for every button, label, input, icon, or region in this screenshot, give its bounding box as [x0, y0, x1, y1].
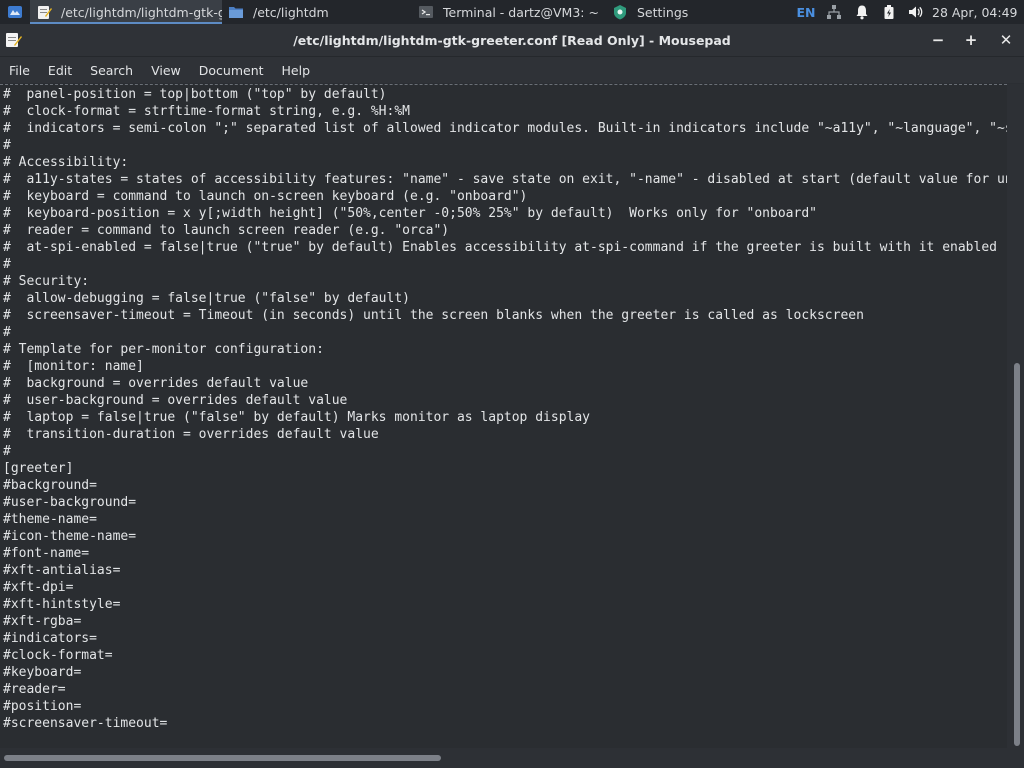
menu-help[interactable]: Help — [273, 57, 320, 83]
window-title: /etc/lightdm/lightdm-gtk-greeter.conf [R… — [293, 32, 731, 48]
editor-line: # at-spi-enabled = false|true ("true" by… — [3, 240, 997, 255]
editor-line: #keyboard= — [3, 665, 82, 680]
notification-bell-icon[interactable] — [848, 0, 876, 24]
menu-search[interactable]: Search — [81, 57, 142, 83]
top-panel: /etc/lightdm/lightdm-gtk-gr... /etc/ligh… — [0, 0, 1024, 24]
editor-line: # reader = command to launch screen read… — [3, 223, 450, 238]
text-editor-icon — [36, 4, 52, 20]
editor-line: # — [3, 138, 11, 153]
horizontal-scrollbar-thumb[interactable] — [4, 755, 441, 761]
taskbar-item-label: /etc/lightdm — [253, 4, 329, 20]
terminal-icon — [418, 4, 434, 20]
vertical-scrollbar-thumb[interactable] — [1014, 363, 1020, 746]
window-titlebar[interactable]: /etc/lightdm/lightdm-gtk-greeter.conf [R… — [0, 24, 1024, 57]
applications-menu-button[interactable] — [0, 0, 30, 24]
text-editor-area[interactable]: # panel-position = top|bottom ("top" by … — [0, 84, 1007, 749]
menu-bar: File Edit Search View Document Help — [0, 57, 1024, 83]
applications-menu-icon — [8, 6, 22, 18]
taskbar-item-mousepad[interactable]: /etc/lightdm/lightdm-gtk-gr... — [30, 0, 222, 24]
editor-line: #screensaver-timeout= — [3, 716, 168, 731]
editor-line: # keyboard = command to launch on-screen… — [3, 189, 528, 204]
editor-line: # clock-format = strftime-format string,… — [3, 104, 410, 119]
editor-line: #icon-theme-name= — [3, 529, 137, 544]
maximize-button[interactable]: + — [957, 24, 985, 56]
editor-line: #background= — [3, 478, 97, 493]
editor-line: #theme-name= — [3, 512, 97, 527]
clock[interactable]: 28 Apr, 04:49 — [928, 0, 1024, 24]
editor-line: # keyboard-position = x y[;width height]… — [3, 206, 817, 221]
editor-line: #xft-hintstyle= — [3, 597, 121, 612]
menu-view[interactable]: View — [142, 57, 190, 83]
editor-line: # background = overrides default value — [3, 376, 309, 391]
editor-lines: # panel-position = top|bottom ("top" by … — [3, 86, 1007, 732]
editor-line: #font-name= — [3, 546, 90, 561]
editor-line: # — [3, 325, 11, 340]
editor-line: # — [3, 444, 11, 459]
editor-line: #clock-format= — [3, 648, 113, 663]
editor-line: # indicators = semi-colon ";" separated … — [3, 121, 1007, 136]
editor-line: #xft-rgba= — [3, 614, 82, 629]
horizontal-scrollbar[interactable] — [0, 748, 1024, 768]
taskbar-item-terminal[interactable]: Terminal - dartz@VM3: ~ — [412, 0, 606, 24]
editor-line: # allow-debugging = false|true ("false" … — [3, 291, 410, 306]
editor-line: # a11y-states = states of accessibility … — [3, 172, 1007, 187]
editor-line: # laptop = false|true ("false" by defaul… — [3, 410, 590, 425]
editor-line: #indicators= — [3, 631, 97, 646]
editor-line: [greeter] — [3, 461, 74, 476]
editor-line: # transition-duration = overrides defaul… — [3, 427, 379, 442]
volume-icon[interactable] — [902, 0, 928, 24]
battery-icon[interactable] — [876, 0, 902, 24]
menu-file[interactable]: File — [0, 57, 39, 83]
editor-line: # Template for per-monitor configuration… — [3, 342, 324, 357]
editor-line: #user-background= — [3, 495, 137, 510]
mousepad-icon[interactable] — [4, 31, 22, 53]
editor-line: # user-background = overrides default va… — [3, 393, 348, 408]
menu-edit[interactable]: Edit — [39, 57, 81, 83]
editor-line: # [monitor: name] — [3, 359, 144, 374]
vertical-scrollbar[interactable] — [1007, 84, 1024, 748]
keyboard-layout-indicator[interactable]: EN — [792, 0, 820, 24]
menu-document[interactable]: Document — [190, 57, 273, 83]
settings-icon — [612, 4, 628, 20]
close-button[interactable]: ✕ — [992, 24, 1020, 56]
taskbar-item-label: Terminal - dartz@VM3: ~ — [443, 4, 599, 20]
taskbar-item-file-manager[interactable]: /etc/lightdm — [222, 0, 412, 24]
editor-line: # panel-position = top|bottom ("top" by … — [3, 87, 387, 102]
system-tray: EN 28 Apr, 04:49 — [792, 0, 1024, 24]
editor-line: # — [3, 257, 11, 272]
editor-line: #xft-dpi= — [3, 580, 74, 595]
taskbar-item-label: /etc/lightdm/lightdm-gtk-gr... — [61, 4, 222, 20]
editor-line: # Accessibility: — [3, 155, 129, 170]
editor-line: #position= — [3, 699, 82, 714]
network-icon[interactable] — [820, 0, 848, 24]
editor-line: #reader= — [3, 682, 66, 697]
minimize-button[interactable]: − — [924, 24, 952, 56]
taskbar-item-label: Settings — [637, 4, 689, 20]
editor-line: # Security: — [3, 274, 90, 289]
taskbar-item-settings[interactable]: Settings — [606, 0, 726, 24]
folder-icon — [228, 4, 244, 20]
editor-line: # screensaver-timeout = Timeout (in seco… — [3, 308, 864, 323]
editor-line: #xft-antialias= — [3, 563, 121, 578]
